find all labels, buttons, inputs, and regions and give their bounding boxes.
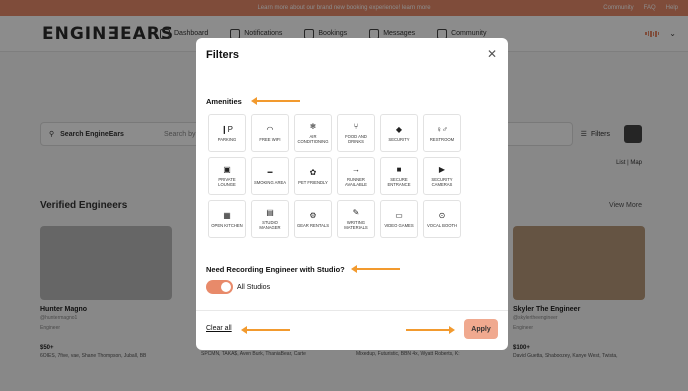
modal-title: Filters	[206, 49, 240, 61]
open-kitchen-icon: ▦	[223, 210, 231, 220]
amenity-restroom[interactable]: ♀♂ Restroom	[423, 114, 461, 152]
runner-available-icon: →	[352, 165, 360, 174]
clear-all-link[interactable]: Clear all	[206, 325, 232, 332]
security-icon: ◆	[395, 124, 403, 134]
amenity-secure-entrance[interactable]: ■ Secure Entrance	[380, 157, 418, 195]
amenity-security-cameras[interactable]: ▶ Security Cameras	[423, 157, 461, 195]
all-studios-toggle-row: All Studios	[206, 280, 270, 294]
amenity-security[interactable]: ◆ Security	[380, 114, 418, 152]
amenity-pet-friendly[interactable]: ✿ Pet Friendly	[294, 157, 332, 195]
amenity-food-and-drinks[interactable]: ⑂ Food and Drinks	[337, 114, 375, 152]
amenity-free-wifi[interactable]: ◠ Free Wifi	[251, 114, 289, 152]
close-icon[interactable]: ✕	[486, 48, 498, 60]
filters-modal: Filters ✕ Amenities ❙P Parking ◠ Free Wifi ❄…	[196, 38, 508, 350]
writing-materials-icon: ✎	[352, 208, 360, 217]
amenity-gear-rentals[interactable]: ⚙ Gear Rentals	[294, 200, 332, 238]
amenity-label: Video Games	[384, 222, 414, 228]
amenity-smoking-area[interactable]: ━ Smoking Area	[251, 157, 289, 195]
amenity-label: Free Wifi	[259, 136, 281, 142]
gear-rentals-icon: ⚙	[309, 210, 317, 220]
amenity-label: Private Lounge	[218, 177, 236, 187]
amenity-label: Smoking Area	[253, 179, 287, 185]
amenity-studio-manager[interactable]: ▤ Studio Manager	[251, 200, 289, 238]
studio-question: Need Recording Engineer with Studio?	[206, 265, 345, 274]
secure-entrance-icon: ■	[396, 165, 402, 174]
amenity-vocal-booth[interactable]: ⊙ Vocal Booth	[423, 200, 461, 238]
amenity-private-lounge[interactable]: ▣ Private Lounge	[208, 157, 246, 195]
amenity-label: Writing Materials	[344, 220, 368, 230]
amenity-label: Open Kitchen	[211, 222, 243, 228]
amenity-label: Restroom	[429, 136, 455, 142]
amenity-runner-available[interactable]: → Runner Available	[337, 157, 375, 195]
amenity-label: Vocal Booth	[426, 222, 458, 228]
all-studios-toggle[interactable]	[206, 280, 233, 294]
amenity-label: Parking	[217, 136, 237, 142]
private-lounge-icon: ▣	[223, 165, 231, 174]
vocal-booth-icon: ⊙	[438, 210, 446, 220]
food-and-drinks-icon: ⑂	[353, 122, 359, 131]
amenity-open-kitchen[interactable]: ▦ Open Kitchen	[208, 200, 246, 238]
air-conditioning-icon: ❄	[309, 122, 317, 131]
toggle-knob	[221, 282, 231, 292]
amenity-label: Gear Rentals	[296, 222, 330, 228]
amenity-label: Runner Available	[345, 177, 367, 187]
smoking-area-icon: ━	[267, 167, 273, 177]
annotation-arrow	[251, 97, 300, 105]
amenity-writing-materials[interactable]: ✎ Writing Materials	[337, 200, 375, 238]
video-games-icon: ▭	[395, 210, 403, 220]
amenity-label: Air Conditioning	[297, 134, 329, 144]
studio-manager-icon: ▤	[266, 208, 274, 217]
amenity-air-conditioning[interactable]: ❄ Air Conditioning	[294, 114, 332, 152]
pet-friendly-icon: ✿	[309, 167, 317, 177]
amenity-parking[interactable]: ❙P Parking	[208, 114, 246, 152]
amenity-label: Food and Drinks	[345, 134, 367, 144]
amenity-video-games[interactable]: ▭ Video Games	[380, 200, 418, 238]
amenities-heading: Amenities	[206, 97, 242, 106]
amenity-label: Pet Friendly	[298, 179, 328, 185]
annotation-arrow	[406, 326, 455, 334]
amenity-label: Security	[388, 136, 410, 142]
amenity-label: Security Cameras	[431, 177, 453, 187]
annotation-arrow	[351, 265, 400, 273]
parking-icon: ❙P	[220, 124, 234, 134]
modal-footer: Clear all Apply	[196, 310, 508, 350]
amenity-label: Secure Entrance	[387, 177, 411, 187]
amenity-label: Studio Manager	[259, 220, 281, 230]
security-cameras-icon: ▶	[438, 165, 446, 174]
free-wifi-icon: ◠	[266, 124, 274, 134]
restroom-icon: ♀♂	[436, 124, 448, 134]
all-studios-label: All Studios	[237, 283, 271, 291]
apply-button[interactable]: Apply	[464, 319, 498, 339]
annotation-arrow	[241, 326, 290, 334]
amenities-grid: ❙P Parking ◠ Free Wifi ❄ Air Conditioning ⑂ Foo…	[208, 114, 461, 238]
